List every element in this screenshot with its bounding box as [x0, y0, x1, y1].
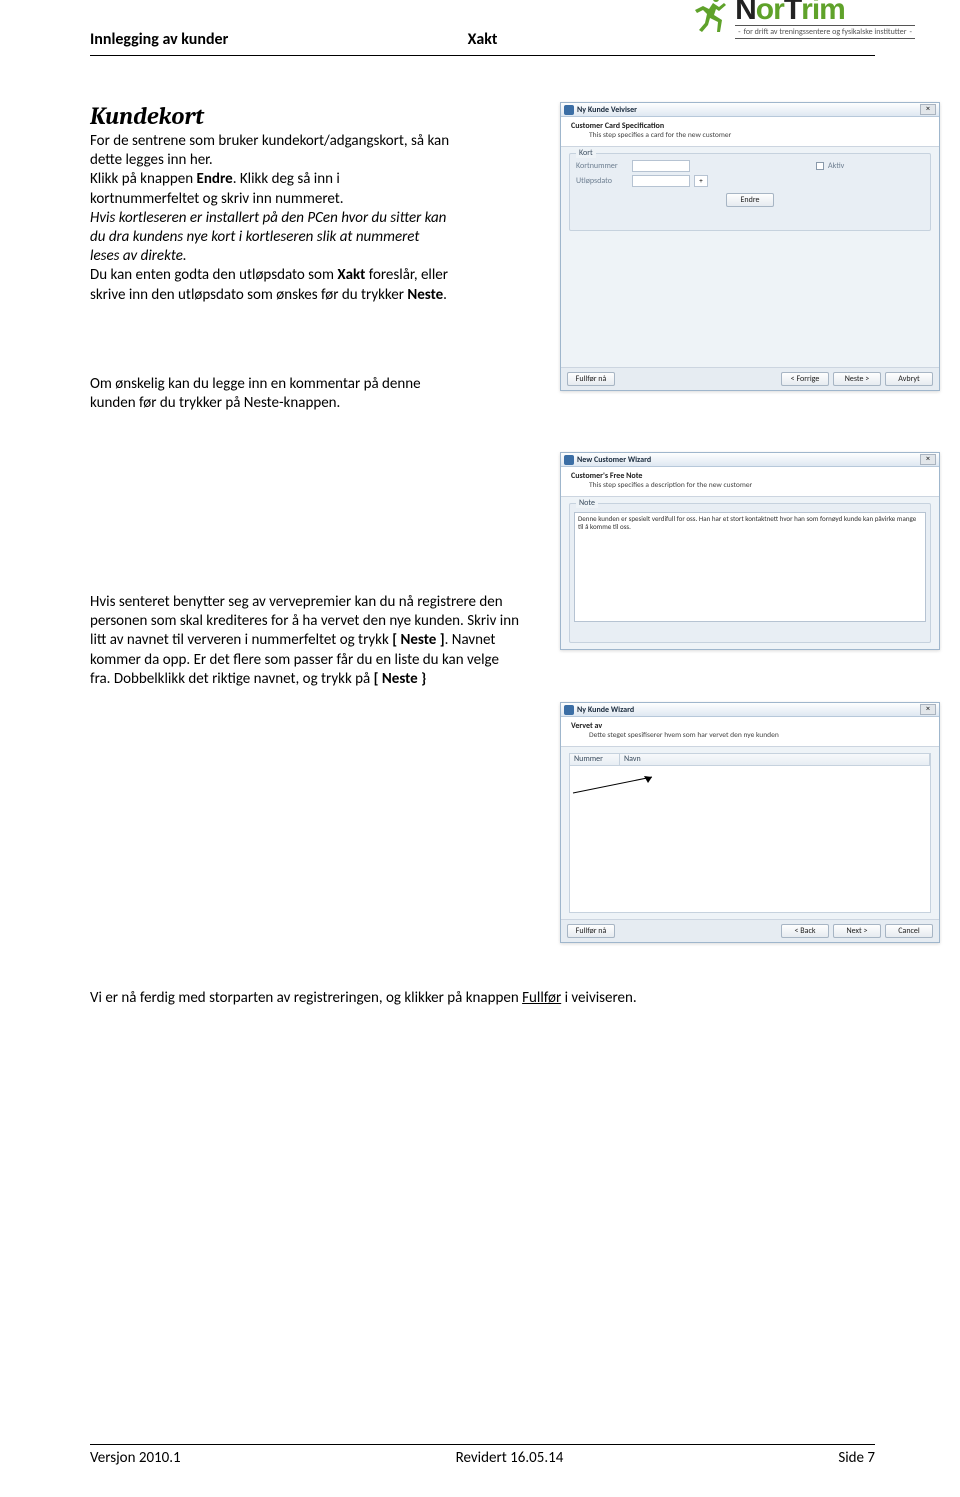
close-icon[interactable]: × [920, 104, 936, 115]
close-icon[interactable]: × [920, 454, 936, 465]
verver-list[interactable]: Nummer Navn [569, 753, 931, 913]
wizard-footer: Fullfør nå < Forrige Neste > Avbryt [561, 367, 939, 390]
fullfor-button[interactable]: Fullfør nå [567, 372, 615, 386]
back-button[interactable]: < Forrige [781, 372, 829, 386]
kort-group: Kort Kortnummer Aktiv Utløpsdato + [569, 153, 931, 231]
step-description: Customer Card Specification This step sp… [561, 117, 939, 147]
titlebar: Ny Kunde Veiviser × [561, 103, 939, 117]
content-area: Kundekort For de sentrene som bruker kun… [90, 102, 875, 1008]
app-icon [564, 705, 574, 715]
page-footer: Versjon 2010.1 Revidert 16.05.14 Side 7 [90, 1444, 875, 1467]
label-utlopsdato: Utløpsdato [576, 176, 628, 186]
date-picker-button[interactable]: + [694, 175, 708, 187]
logo-wordmark: NorTrim [735, 0, 845, 23]
titlebar: Ny Kunde Wizard × [561, 703, 939, 717]
step-description: Vervet av Dette steget spesifiserer hvem… [561, 717, 939, 747]
note-textarea[interactable]: Denne kunden er spesielt verdifull for o… [574, 512, 926, 622]
wizard-footer: Fullfør nå < Back Next > Cancel [561, 919, 939, 942]
page-header: Innlegging av kunder Xakt NorTrim - for … [90, 30, 875, 56]
app-icon [564, 455, 574, 465]
kortnummer-field[interactable] [632, 160, 690, 172]
window-title: New Customer Wizard [577, 455, 920, 465]
column-nummer: Nummer [570, 754, 620, 765]
fullfor-button[interactable]: Fullfør nå [567, 924, 615, 938]
cancel-button[interactable]: Avbryt [885, 372, 933, 386]
aktiv-checkbox[interactable] [816, 162, 824, 170]
column-navn: Navn [620, 754, 930, 765]
paragraph-1: For de sentrene som bruker kundekort/adg… [90, 132, 450, 305]
footer-version: Versjon 2010.1 [90, 1449, 181, 1467]
footer-page: Side 7 [838, 1449, 875, 1467]
nortrim-logo: NorTrim - for drift av treningssentere o… [691, 0, 915, 40]
label-kortnummer: Kortnummer [576, 161, 628, 171]
window-title: Ny Kunde Wizard [577, 705, 920, 715]
cancel-button[interactable]: Cancel [885, 924, 933, 938]
wizard-window-note: New Customer Wizard × Customer's Free No… [560, 452, 940, 650]
list-header: Nummer Navn [570, 754, 930, 766]
next-button[interactable]: Next > [833, 924, 881, 938]
utlopsdato-field[interactable] [632, 175, 690, 187]
wizard-window-vervet: Ny Kunde Wizard × Vervet av Dette steget… [560, 702, 940, 943]
header-left: Innlegging av kunder [90, 30, 228, 49]
paragraph-2: Om ønskelig kan du legge inn en kommenta… [90, 375, 450, 413]
paragraph-3: Hvis senteret benytter seg av vervepremi… [90, 593, 520, 689]
note-group: Note Denne kunden er spesielt verdifull … [569, 503, 931, 643]
back-button[interactable]: < Back [781, 924, 829, 938]
label-aktiv: Aktiv [828, 161, 880, 171]
document-page: Innlegging av kunder Xakt NorTrim - for … [0, 0, 960, 1497]
close-icon[interactable]: × [920, 704, 936, 715]
app-icon [564, 105, 574, 115]
logo-subtitle: - for drift av treningssentere og fysika… [735, 25, 915, 39]
runner-icon [691, 0, 731, 40]
window-title: Ny Kunde Veiviser [577, 105, 920, 115]
header-mid: Xakt [468, 30, 498, 49]
wizard-window-card: Ny Kunde Veiviser × Customer Card Specif… [560, 102, 940, 391]
titlebar: New Customer Wizard × [561, 453, 939, 467]
step-description: Customer's Free Note This step specifies… [561, 467, 939, 497]
footer-revised: Revidert 16.05.14 [456, 1449, 564, 1467]
paragraph-4: Vi er nå ferdig med storparten av regist… [90, 989, 875, 1008]
next-button[interactable]: Neste > [833, 372, 881, 386]
endre-button[interactable]: Endre [726, 193, 774, 207]
